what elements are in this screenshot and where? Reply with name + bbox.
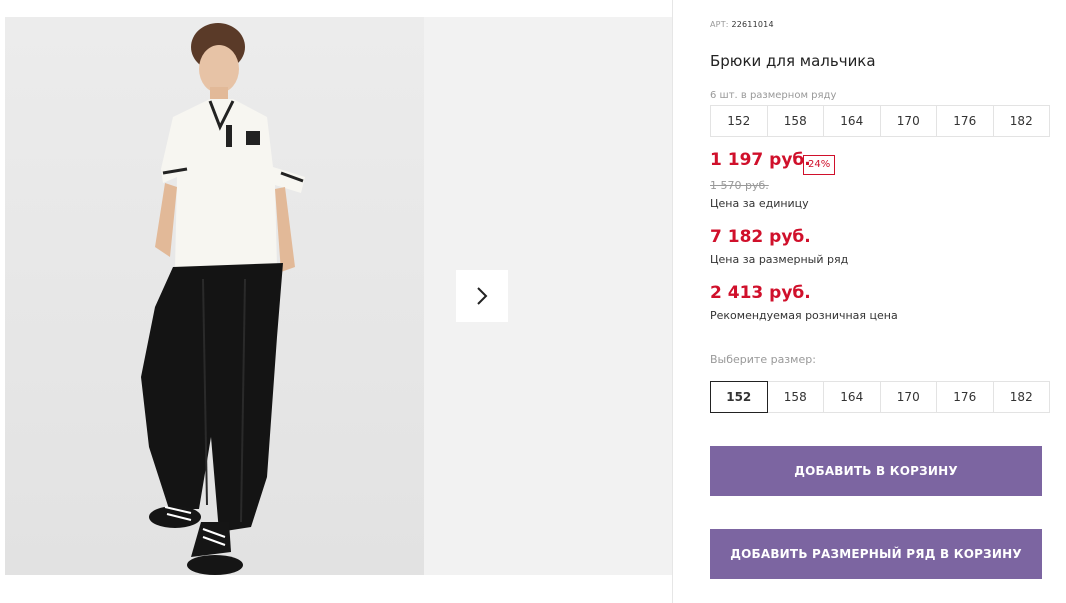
retail-price: 2 413 руб. — [710, 283, 811, 303]
size-row-cell: 152 — [710, 105, 768, 137]
sku-value: 22611014 — [731, 20, 774, 29]
product-photo[interactable] — [5, 17, 424, 575]
size-option[interactable]: 158 — [766, 381, 824, 413]
size-row-cell: 182 — [992, 105, 1050, 137]
size-row-cell: 176 — [936, 105, 994, 137]
size-picker-label: Выберите размер: — [710, 353, 816, 366]
size-option[interactable]: 170 — [879, 381, 937, 413]
unit-price-caption: Цена за единицу — [710, 197, 809, 210]
row-price-caption: Цена за размерный ряд — [710, 253, 849, 266]
gallery-next-button[interactable] — [456, 270, 508, 322]
product-title: Брюки для мальчика — [710, 52, 876, 70]
size-row-cell: 158 — [766, 105, 824, 137]
size-option[interactable]: 182 — [992, 381, 1050, 413]
size-row-list: 152 158 164 170 176 182 — [710, 105, 1050, 137]
add-to-cart-button[interactable]: ДОБАВИТЬ В КОРЗИНУ — [710, 446, 1042, 496]
unit-price: 1 197 руб. — [710, 150, 811, 170]
product-sku: АРТ: 22611014 — [710, 20, 774, 29]
old-price: 1 570 руб. — [710, 179, 769, 192]
size-row-cell: 164 — [823, 105, 881, 137]
retail-price-caption: Рекомендуемая розничная цена — [710, 309, 898, 322]
chevron-right-icon — [477, 287, 488, 305]
add-size-row-to-cart-button[interactable]: ДОБАВИТЬ РАЗМЕРНЫЙ РЯД В КОРЗИНУ — [710, 529, 1042, 579]
product-gallery — [5, 17, 672, 575]
size-picker: 152 158 164 170 176 182 — [710, 381, 1050, 413]
size-option[interactable]: 164 — [823, 381, 881, 413]
row-price: 7 182 руб. — [710, 227, 811, 247]
sku-label: АРТ: — [710, 20, 729, 29]
size-option[interactable]: 176 — [936, 381, 994, 413]
discount-badge: 24% — [803, 155, 836, 175]
size-row-note: 6 шт. в размерном ряду — [710, 90, 837, 101]
size-row-cell: 170 — [879, 105, 937, 137]
size-option-selected[interactable]: 152 — [710, 381, 768, 413]
column-divider — [672, 0, 673, 603]
